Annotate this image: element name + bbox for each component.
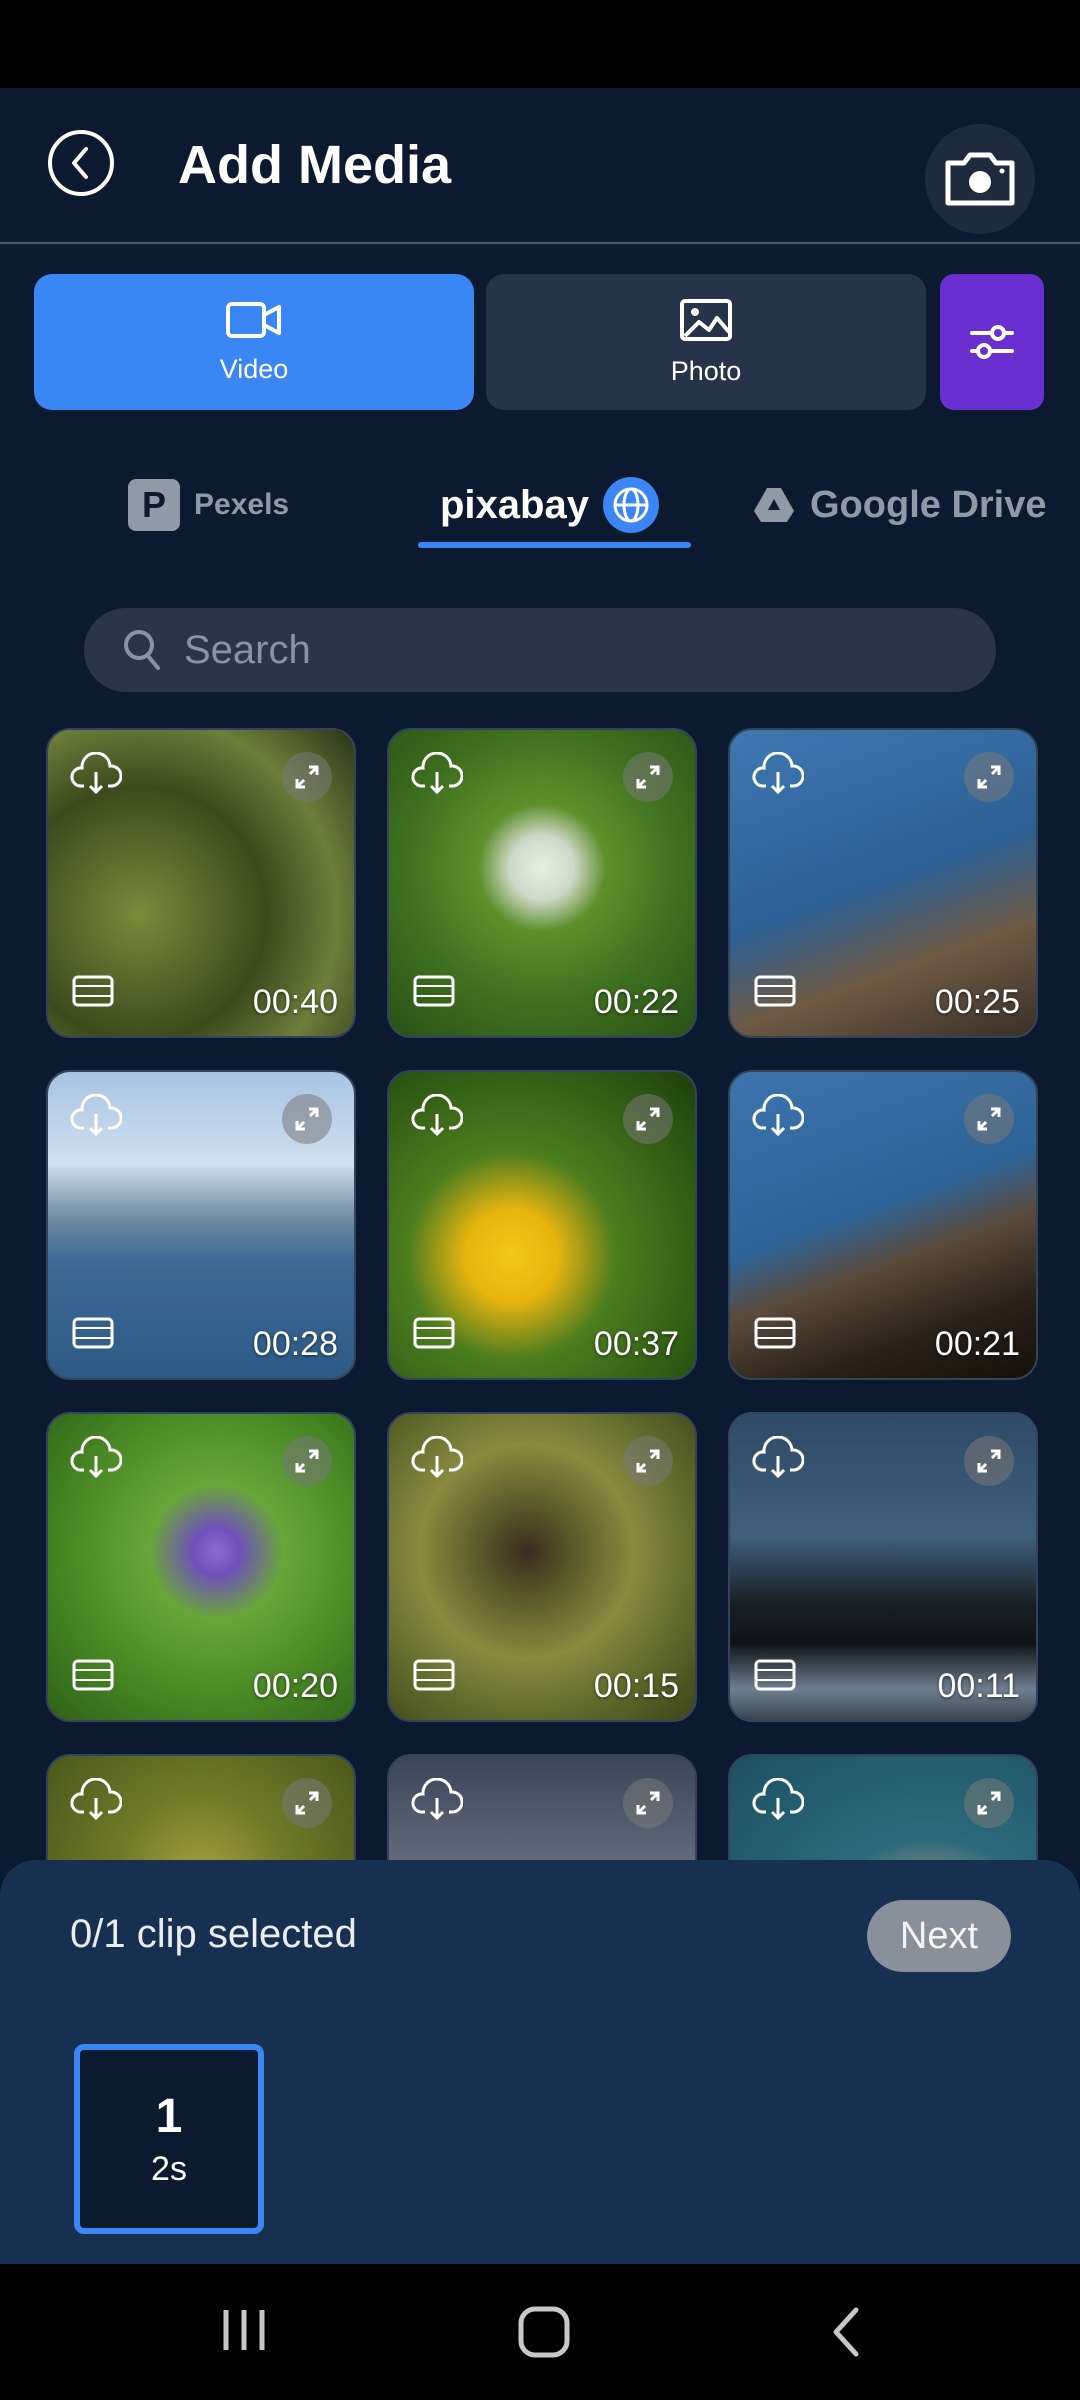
download-icon[interactable]	[411, 1093, 464, 1143]
film-icon	[72, 1317, 114, 1354]
clip-slot-duration: 2s	[151, 2150, 187, 2188]
video-camera-icon	[226, 301, 281, 338]
source-tab-pixabay[interactable]: pixabay	[440, 470, 659, 540]
media-tile[interactable]: 00:25	[728, 728, 1038, 1038]
media-tile[interactable]: 00:15	[387, 1412, 697, 1722]
expand-icon[interactable]	[964, 752, 1014, 802]
film-icon	[754, 975, 796, 1012]
source-tab-label: pixabay	[440, 482, 589, 527]
back-icon	[833, 2307, 859, 2357]
back-nav-button[interactable]	[826, 2304, 866, 2365]
download-icon[interactable]	[752, 1093, 805, 1143]
home-button[interactable]	[516, 2304, 572, 2365]
download-icon[interactable]	[752, 751, 805, 801]
sliders-icon	[970, 325, 1014, 359]
expand-icon[interactable]	[282, 1094, 332, 1144]
clip-slot[interactable]: 1 2s	[74, 2044, 264, 2234]
video-type-label: Video	[219, 353, 289, 384]
expand-icon[interactable]	[282, 1436, 332, 1486]
header: Add Media	[0, 88, 1080, 243]
media-tile[interactable]	[387, 1754, 697, 1860]
photo-type-button[interactable]: Photo	[486, 274, 926, 410]
media-tile[interactable]: 00:22	[387, 728, 697, 1038]
download-icon[interactable]	[752, 1435, 805, 1485]
download-icon[interactable]	[752, 1777, 805, 1827]
expand-icon[interactable]	[623, 1778, 673, 1828]
film-icon	[72, 975, 114, 1012]
camera-button[interactable]	[925, 124, 1035, 234]
clip-count-text: 0/1 clip selected	[70, 1912, 357, 1956]
recent-apps-icon	[223, 2310, 265, 2350]
download-icon[interactable]	[411, 751, 464, 801]
selection-panel: 0/1 clip selected Next 1 2s	[0, 1860, 1080, 2264]
google-drive-icon	[754, 488, 794, 522]
download-icon[interactable]	[70, 751, 123, 801]
pexels-logo-icon: P	[128, 479, 180, 531]
search-bar[interactable]: Search	[84, 608, 996, 692]
duration-label: 00:25	[934, 983, 1020, 1021]
active-tab-indicator	[418, 542, 691, 548]
next-button[interactable]: Next	[867, 1900, 1011, 1972]
expand-icon[interactable]	[623, 1094, 673, 1144]
camera-icon	[945, 152, 1015, 206]
status-bar	[0, 0, 1080, 88]
page-title: Add Media	[178, 135, 452, 195]
filter-button[interactable]	[940, 274, 1044, 410]
film-icon	[413, 975, 455, 1012]
video-type-button[interactable]: Video	[34, 274, 474, 410]
expand-icon[interactable]	[282, 752, 332, 802]
media-tile[interactable]: 00:20	[46, 1412, 356, 1722]
source-tab-label: Google Drive	[810, 483, 1047, 526]
download-icon[interactable]	[411, 1777, 464, 1827]
expand-icon[interactable]	[623, 752, 673, 802]
clip-slot-number: 1	[155, 2090, 183, 2143]
header-divider	[0, 242, 1080, 244]
film-icon	[754, 1659, 796, 1696]
back-button[interactable]	[48, 130, 114, 196]
media-tile[interactable]: 00:40	[46, 728, 356, 1038]
media-tile[interactable]: 00:37	[387, 1070, 697, 1380]
photo-type-label: Photo	[670, 355, 742, 386]
home-icon	[518, 2306, 570, 2358]
media-tile[interactable]: 00:21	[728, 1070, 1038, 1380]
expand-icon[interactable]	[964, 1436, 1014, 1486]
duration-label: 00:15	[593, 1667, 679, 1705]
media-tile[interactable]: 00:28	[46, 1070, 356, 1380]
duration-label: 00:20	[252, 1667, 338, 1705]
film-icon	[754, 1317, 796, 1354]
media-tile[interactable]	[728, 1754, 1038, 1860]
duration-label: 00:37	[593, 1325, 679, 1363]
duration-label: 00:28	[252, 1325, 338, 1363]
expand-icon[interactable]	[964, 1778, 1014, 1828]
film-icon	[72, 1659, 114, 1696]
download-icon[interactable]	[70, 1777, 123, 1827]
expand-icon[interactable]	[623, 1436, 673, 1486]
film-icon	[413, 1317, 455, 1354]
media-tile[interactable]	[46, 1754, 356, 1860]
media-grid: 00:40 00:22 00:25 00:28 00:37 00:21 00:2…	[0, 728, 1080, 1860]
chevron-left-icon	[72, 147, 88, 179]
system-nav-bar	[0, 2264, 1080, 2400]
expand-icon[interactable]	[964, 1094, 1014, 1144]
duration-label: 00:22	[593, 983, 679, 1021]
search-input[interactable]: Search	[184, 628, 311, 673]
media-tile[interactable]: 00:11	[728, 1412, 1038, 1722]
duration-label: 00:11	[937, 1667, 1020, 1705]
duration-label: 00:40	[252, 983, 338, 1021]
globe-icon	[602, 477, 659, 533]
download-icon[interactable]	[70, 1093, 123, 1143]
duration-label: 00:21	[934, 1325, 1020, 1363]
image-icon	[680, 298, 732, 341]
download-icon[interactable]	[411, 1435, 464, 1485]
source-tab-label: Pexels	[194, 488, 290, 521]
source-tab-google-drive[interactable]: Google Drive	[752, 470, 1047, 540]
expand-icon[interactable]	[282, 1778, 332, 1828]
film-icon	[413, 1659, 455, 1696]
search-icon	[124, 630, 160, 670]
download-icon[interactable]	[70, 1435, 123, 1485]
source-tab-pexels[interactable]: P Pexels	[128, 470, 289, 540]
recent-apps-button[interactable]	[218, 2304, 270, 2361]
